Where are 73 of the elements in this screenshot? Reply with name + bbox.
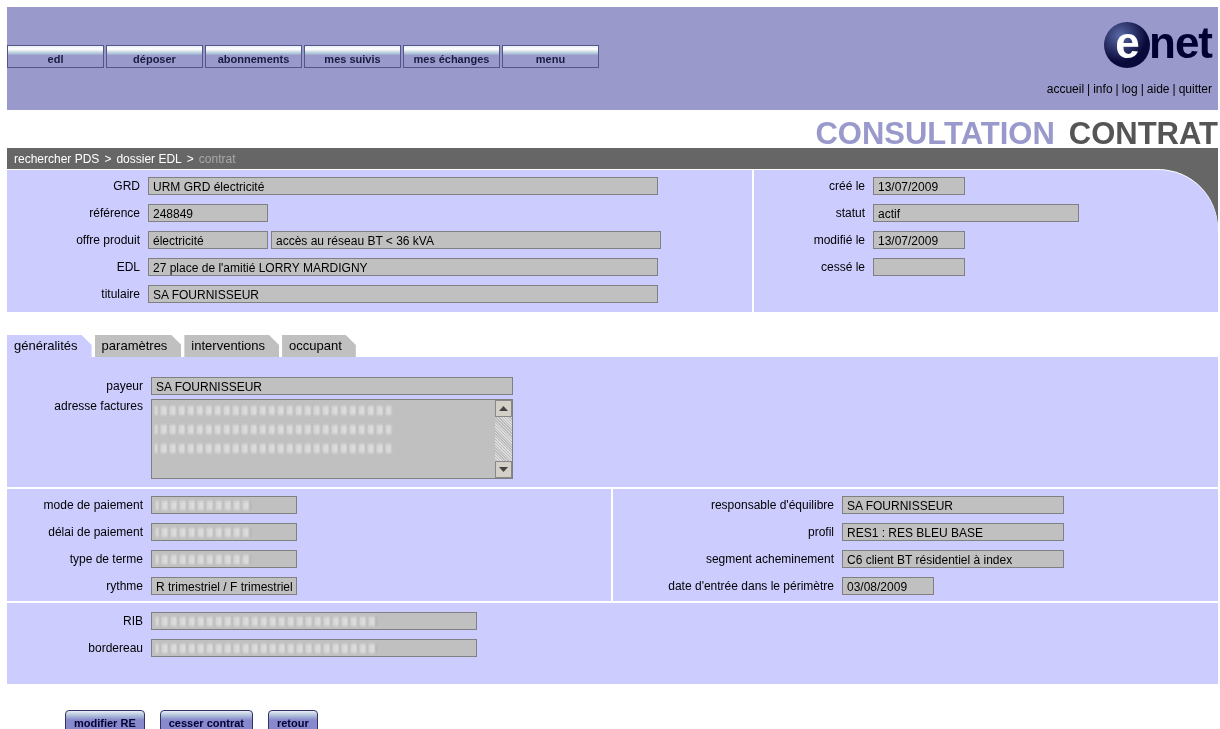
header-link[interactable]: info (1093, 82, 1113, 96)
field-label: date d'entrée dans le périmètre (667, 579, 834, 593)
header-link[interactable]: log (1121, 82, 1138, 96)
field-label: type de terme (68, 552, 143, 566)
text-field[interactable] (151, 496, 297, 514)
separator: | (1087, 82, 1091, 96)
separator: | (1140, 82, 1144, 96)
action-button[interactable]: retour (267, 710, 318, 729)
separator: | (1172, 82, 1176, 96)
text-field[interactable]: actif (873, 204, 1079, 222)
text-field[interactable]: 27 place de l'amitié LORRY MARDIGNY (148, 258, 658, 276)
text-field[interactable]: SA FOURNISSEUR (151, 377, 513, 395)
field-label: référence (88, 206, 140, 220)
tab[interactable]: généralités (7, 335, 92, 357)
field-label: rythme (105, 579, 143, 593)
field-label: responsable d'équilibre (709, 498, 834, 512)
action-button[interactable]: cesser contrat (159, 710, 253, 729)
nav-button[interactable]: edl (7, 45, 104, 68)
text-field[interactable]: 03/08/2009 (842, 577, 934, 595)
page-title: CONTRAT (1068, 116, 1218, 148)
field-label: adresse factures (53, 399, 143, 413)
nav-button[interactable]: abonnements (205, 45, 302, 68)
text-field[interactable]: SA FOURNISSEUR (148, 285, 658, 303)
breadcrumb-separator: > (186, 152, 194, 166)
field-label: payeur (105, 379, 143, 393)
scroll-down-icon[interactable] (499, 467, 508, 472)
text-field[interactable] (151, 612, 477, 630)
header-link[interactable]: accueil (1046, 82, 1085, 96)
field-label: RIB (122, 614, 143, 628)
text-field[interactable] (151, 550, 297, 568)
breadcrumb-link[interactable]: rechercher PDS (14, 152, 100, 166)
text-field[interactable]: C6 client BT résidentiel à index (842, 550, 1064, 568)
text-field[interactable]: électricité (148, 231, 268, 249)
text-field[interactable]: R trimestriel / F trimestriel (151, 577, 297, 595)
field-label: cessé le (819, 260, 865, 274)
nav-button[interactable]: déposer (106, 45, 203, 68)
action-button[interactable]: modifier RE (65, 710, 145, 729)
tab[interactable]: paramètres (94, 335, 182, 357)
field-label: bordereau (87, 641, 143, 655)
nav-button[interactable]: mes suivis (304, 45, 401, 68)
field-label: modifié le (812, 233, 865, 247)
text-field[interactable]: 248849 (148, 204, 268, 222)
text-field[interactable]: accès au réseau BT < 36 kVA (271, 231, 661, 249)
field-label: segment acheminement (704, 552, 834, 566)
field-label: statut (834, 206, 865, 220)
text-field[interactable]: URM GRD électricité (148, 177, 658, 195)
field-label: profil (807, 525, 834, 539)
text-field[interactable] (151, 523, 297, 541)
scrollbar[interactable] (495, 400, 512, 478)
scroll-up-icon[interactable] (499, 406, 508, 411)
separator: | (1115, 82, 1119, 96)
header-link[interactable]: quitter (1178, 82, 1212, 96)
tab[interactable]: interventions (184, 335, 280, 357)
text-field[interactable] (151, 639, 477, 657)
breadcrumb-link[interactable]: dossier EDL (116, 152, 182, 166)
field-label: GRD (112, 179, 140, 193)
nav-button[interactable]: menu (502, 45, 599, 68)
field-label: offre produit (75, 233, 140, 247)
text-field[interactable] (873, 258, 965, 276)
field-label: mode de paiement (42, 498, 143, 512)
nav-button[interactable]: mes échanges (403, 45, 500, 68)
field-label: EDL (115, 260, 140, 274)
text-field[interactable]: SA FOURNISSEUR (842, 496, 1064, 514)
text-field[interactable]: 13/07/2009 (873, 231, 965, 249)
header-link[interactable]: aide (1146, 82, 1170, 96)
field-label: titulaire (100, 287, 140, 301)
breadcrumb-separator: > (104, 152, 112, 166)
tab[interactable]: occupant (282, 335, 356, 357)
field-label: créé le (827, 179, 865, 193)
field-label: délai de paiement (47, 525, 143, 539)
text-field[interactable]: RES1 : RES BLEU BASE (842, 523, 1064, 541)
text-field[interactable]: 13/07/2009 (873, 177, 965, 195)
page-title: CONSULTATION (815, 116, 1055, 148)
